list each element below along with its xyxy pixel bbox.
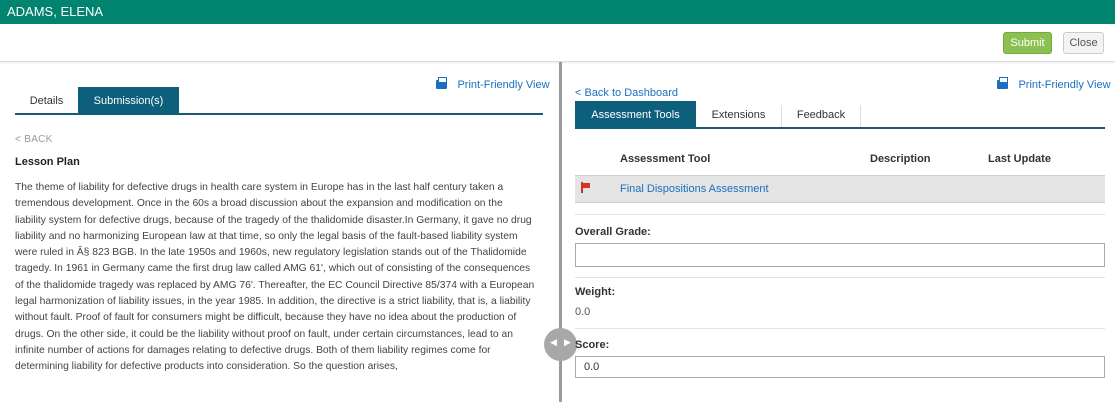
back-link[interactable]: < BACK [15,134,53,145]
table-row: Final Dispositions Assessment [575,175,1105,203]
tab-extensions[interactable]: Extensions [696,101,781,129]
right-tab-bar: Assessment Tools Extensions Feedback [575,101,1105,129]
section-divider [575,277,1105,278]
tab-assessment-tools[interactable]: Assessment Tools [575,101,696,129]
action-bar [0,24,1115,62]
printer-icon [997,77,1008,89]
assessment-tool-link[interactable]: Final Dispositions Assessment [620,183,769,195]
tab-details[interactable]: Details [15,87,78,115]
close-button[interactable]: Close [1063,32,1104,54]
print-friendly-label: Print-Friendly View [1018,79,1111,91]
section-divider [575,214,1105,215]
column-header-last-update: Last Update [988,153,1051,165]
overall-grade-input[interactable] [575,243,1105,267]
section-divider [575,328,1105,329]
submit-button[interactable]: Submit [1003,32,1052,54]
back-to-dashboard-link[interactable]: < Back to Dashboard [575,87,678,99]
left-tab-bar: Details Submission(s) [15,87,543,115]
score-label: Score: [575,339,610,351]
chevron-left-icon: ◀ [550,337,557,347]
score-input[interactable]: 0.0 [575,356,1105,378]
overall-grade-label: Overall Grade: [575,226,651,238]
lesson-text: The theme of liability for defective dru… [15,182,535,373]
chevron-right-icon: ▶ [564,337,571,347]
tab-submissions[interactable]: Submission(s) [78,87,179,115]
tab-feedback[interactable]: Feedback [782,101,860,129]
student-name: ADAMS, ELENA [7,4,104,19]
column-header-tool: Assessment Tool [620,153,711,165]
column-header-description: Description [870,153,931,165]
print-friendly-link-right[interactable]: Print-Friendly View [997,75,1111,93]
lesson-title: Lesson Plan [15,156,80,168]
splitter-arrows-icon[interactable]: ◀ ▶ [544,328,577,361]
top-header-bar: ADAMS, ELENA [0,0,1115,24]
tab-separator [860,105,861,127]
flag-icon [581,182,591,193]
weight-label: Weight: [575,286,616,298]
weight-value: 0.0 [575,306,591,318]
